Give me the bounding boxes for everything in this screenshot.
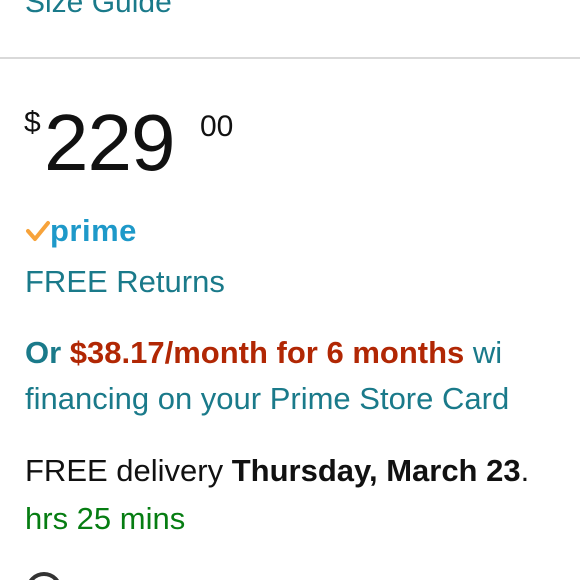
delivery-countdown: hrs 25 mins [25,501,186,536]
prime-badge: prime [26,214,166,248]
delivery-info: FREE delivery Thursday, March 23. [25,451,529,491]
price-currency-symbol: $ [24,106,41,139]
price-whole: 229 [44,98,175,187]
financing-offer[interactable]: Or $38.17/month for 6 months wi financin… [25,330,509,422]
location-icon [26,572,62,580]
check-icon [26,220,50,247]
section-divider [0,57,580,59]
financing-suffix: wi [464,335,503,370]
product-buybox: Size Guide $ 229 00 prime FREE Returns O… [0,0,580,580]
financing-line-2: financing on your Prime Store Card [25,381,510,416]
delivery-date: Thursday, March 23 [231,453,521,488]
prime-label: prime [50,213,137,248]
size-guide-link[interactable]: Size Guide [25,0,172,18]
financing-monthly-amount: $38.17/month for 6 months [69,335,465,370]
delivery-prefix: FREE delivery [25,453,232,488]
price-fraction: 00 [200,110,234,143]
financing-line-1: Or $38.17/month for 6 months wi [25,330,509,376]
financing-prefix: Or [25,335,70,370]
delivery-suffix: . [520,453,530,488]
free-returns-link[interactable]: FREE Returns [25,264,225,300]
